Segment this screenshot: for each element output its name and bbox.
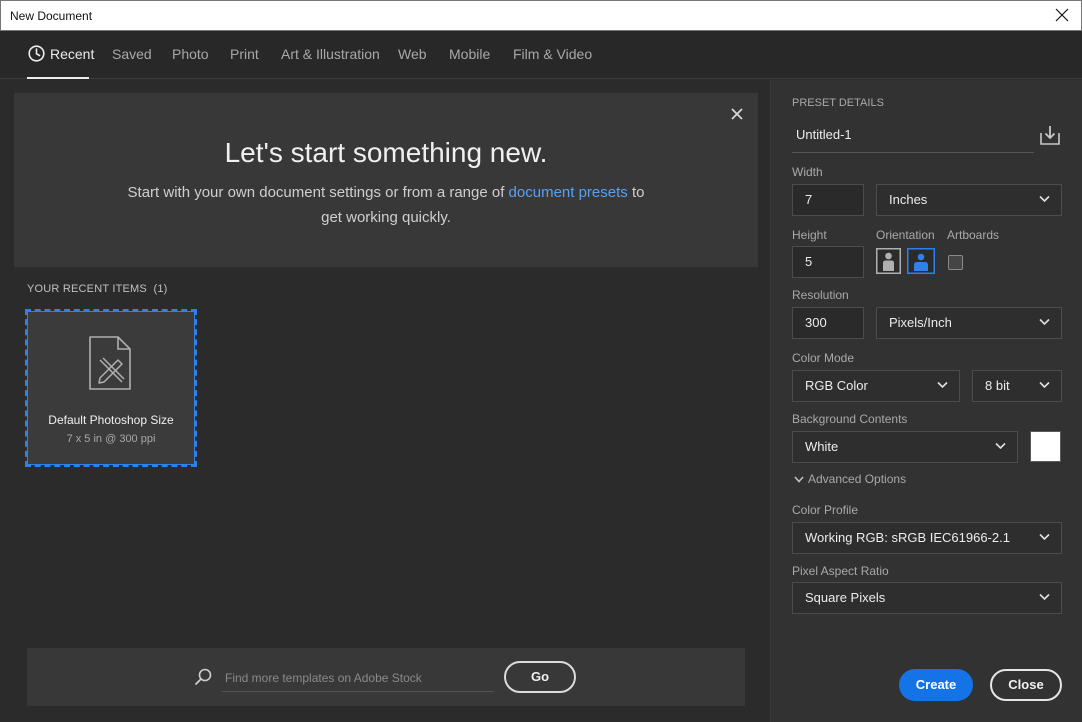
advanced-options-label: Advanced Options [808, 472, 907, 486]
background-contents-select[interactable]: White [792, 431, 1018, 463]
color-profile-select[interactable]: Working RGB: sRGB IEC61966-2.1 [792, 522, 1062, 554]
recent-item-name: Default Photoshop Size [48, 413, 174, 427]
width-unit-select[interactable]: Inches [876, 184, 1062, 216]
create-button[interactable]: Create [899, 669, 973, 701]
orientation-label: Orientation [876, 228, 935, 242]
tab-recent[interactable]: Recent [50, 46, 94, 62]
pixel-aspect-ratio-value: Square Pixels [805, 590, 886, 605]
stock-search-bar: Go [27, 648, 745, 706]
templates-pane: Let's start something new. Start with yo… [0, 80, 770, 722]
background-contents-label: Background Contents [792, 412, 908, 426]
welcome-text: Start with your own document settings or… [14, 180, 758, 230]
recent-item-size: 7 x 5 in @ 300 ppi [66, 433, 156, 445]
document-name-input[interactable]: Untitled-1 [792, 124, 1034, 153]
pixel-aspect-ratio-select[interactable]: Square Pixels [792, 582, 1062, 614]
chevron-down-icon [1039, 318, 1050, 326]
search-icon [195, 668, 212, 685]
tab-film-video[interactable]: Film & Video [513, 46, 592, 62]
advanced-options-toggle[interactable]: Advanced Options [794, 472, 906, 486]
resolution-input[interactable]: 300 [792, 307, 864, 339]
tab-saved[interactable]: Saved [112, 46, 152, 62]
recent-items-heading: YOUR RECENT ITEMS (1) [27, 283, 168, 295]
resolution-unit-select[interactable]: Pixels/Inch [876, 307, 1062, 339]
color-mode-value: RGB Color [805, 378, 868, 393]
tab-web[interactable]: Web [398, 46, 427, 62]
welcome-text-start: Start with your own document settings or… [127, 184, 509, 201]
height-label: Height [792, 228, 827, 242]
save-preset-icon[interactable] [1039, 124, 1061, 146]
recent-item-card[interactable]: Default Photoshop Size 7 x 5 in @ 300 pp… [25, 309, 197, 467]
chevron-down-icon [1039, 195, 1050, 203]
welcome-text-end: to [627, 184, 645, 201]
resolution-unit-value: Pixels/Inch [889, 315, 952, 330]
window-title: New Document [10, 9, 93, 23]
category-tabs: Recent Saved Photo Print Art & Illustrat… [0, 31, 1082, 79]
artboards-label: Artboards [947, 228, 1000, 242]
tab-mobile[interactable]: Mobile [449, 46, 490, 62]
welcome-heading: Let's start something new. [224, 137, 548, 168]
artboards-checkbox[interactable] [948, 255, 963, 270]
clock-icon [28, 45, 45, 62]
width-label: Width [792, 165, 823, 179]
preset-details-panel: PRESET DETAILS Untitled-1 Width 7 Inches… [770, 80, 1082, 722]
bit-depth-value: 8 bit [985, 378, 1010, 393]
tab-art-illustration[interactable]: Art & Illustration [281, 46, 380, 62]
chevron-down-icon [937, 381, 948, 389]
chevron-down-icon [1039, 533, 1050, 541]
document-pencil-icon [89, 336, 131, 390]
stock-search-input[interactable] [222, 665, 494, 692]
go-button[interactable]: Go [504, 661, 576, 693]
width-input[interactable]: 7 [792, 184, 864, 216]
document-presets-link[interactable]: document presets [509, 184, 628, 201]
recent-items-label: YOUR RECENT ITEMS [27, 283, 147, 295]
close-button[interactable]: Close [990, 669, 1062, 701]
background-color-swatch[interactable] [1030, 431, 1061, 462]
chevron-down-icon [1039, 593, 1050, 601]
title-bar: New Document [0, 0, 1082, 31]
background-contents-value: White [805, 439, 839, 454]
resolution-label: Resolution [792, 288, 849, 302]
bit-depth-select[interactable]: 8 bit [972, 370, 1062, 402]
chevron-down-icon [995, 442, 1006, 450]
color-mode-label: Color Mode [792, 351, 855, 365]
close-icon[interactable] [1053, 6, 1071, 24]
active-tab-indicator [27, 77, 89, 79]
dismiss-banner-icon[interactable] [730, 107, 744, 121]
color-profile-value: Working RGB: sRGB IEC61966-2.1 [805, 530, 1010, 545]
color-profile-label: Color Profile [792, 503, 859, 517]
portrait-orientation-icon[interactable] [876, 248, 901, 274]
width-unit-value: Inches [889, 192, 928, 207]
height-input[interactable]: 5 [792, 246, 864, 278]
chevron-down-icon [1039, 381, 1050, 389]
tab-print[interactable]: Print [230, 46, 259, 62]
preset-details-label: PRESET DETAILS [792, 97, 884, 109]
welcome-text-line2: get working quickly. [321, 209, 451, 226]
welcome-banner: Let's start something new. Start with yo… [14, 93, 758, 267]
color-mode-select[interactable]: RGB Color [792, 370, 960, 402]
pixel-aspect-ratio-label: Pixel Aspect Ratio [792, 564, 889, 578]
landscape-orientation-icon[interactable] [907, 248, 935, 274]
recent-items-count: (1) [153, 283, 168, 295]
tab-photo[interactable]: Photo [172, 46, 209, 62]
chevron-down-icon [794, 476, 804, 484]
